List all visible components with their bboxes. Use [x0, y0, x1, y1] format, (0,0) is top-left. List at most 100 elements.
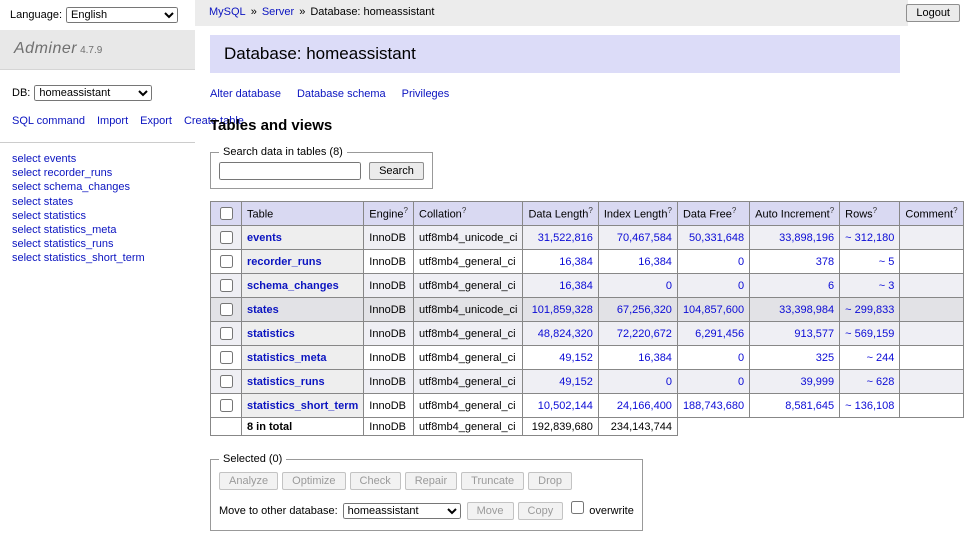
sidebar-table-link[interactable]: select recorder_runs: [12, 167, 183, 180]
rows-cell: ~ 3: [840, 274, 900, 298]
data-length-link[interactable]: 31,522,816: [538, 232, 593, 244]
data-free-link[interactable]: 0: [738, 376, 744, 388]
operation-button[interactable]: Repair: [405, 472, 457, 490]
data-length-link[interactable]: 49,152: [559, 352, 593, 364]
sidebar-table-link[interactable]: select events: [12, 153, 183, 166]
auto-increment-link[interactable]: 325: [816, 352, 834, 364]
data-free-link[interactable]: 0: [738, 256, 744, 268]
auto-increment-link[interactable]: 39,999: [801, 376, 835, 388]
table-name-link[interactable]: recorder_runs: [247, 256, 322, 268]
operation-button[interactable]: Optimize: [282, 472, 345, 490]
rows-link[interactable]: ~ 5: [879, 256, 895, 268]
column-help-icon[interactable]: ?: [830, 206, 834, 215]
rows-link[interactable]: ~ 3: [879, 280, 895, 292]
select-all-checkbox[interactable]: [220, 207, 233, 220]
index-length-link[interactable]: 67,256,320: [617, 304, 672, 316]
language-select[interactable]: English: [66, 7, 178, 23]
data-length-link[interactable]: 16,384: [559, 280, 593, 292]
breadcrumb-link-server[interactable]: Server: [262, 6, 294, 18]
database-nav-link[interactable]: Database schema: [297, 88, 386, 100]
data-length-link[interactable]: 16,384: [559, 256, 593, 268]
row-checkbox[interactable]: [220, 327, 233, 340]
column-help-icon[interactable]: ?: [588, 206, 592, 215]
rows-link[interactable]: ~ 312,180: [845, 232, 894, 244]
column-help-icon[interactable]: ?: [732, 206, 736, 215]
data-free-link[interactable]: 104,857,600: [683, 304, 744, 316]
rows-link[interactable]: ~ 299,833: [845, 304, 894, 316]
table-name-link[interactable]: events: [247, 232, 282, 244]
operation-button[interactable]: Drop: [528, 472, 572, 490]
sidebar-table-link[interactable]: select statistics_runs: [12, 238, 183, 251]
table-name-link[interactable]: statistics_runs: [247, 376, 325, 388]
data-free-link[interactable]: 6,291,456: [695, 328, 744, 340]
breadcrumb-link-mysql[interactable]: MySQL: [209, 6, 246, 18]
sidebar-table-link[interactable]: select statistics_meta: [12, 224, 183, 237]
table-name-link[interactable]: statistics_short_term: [247, 400, 358, 412]
operation-button[interactable]: Truncate: [461, 472, 524, 490]
row-checkbox[interactable]: [220, 303, 233, 316]
copy-button[interactable]: Copy: [518, 502, 564, 520]
data-length-link[interactable]: 49,152: [559, 376, 593, 388]
row-checkbox[interactable]: [220, 279, 233, 292]
overwrite-checkbox[interactable]: [571, 501, 584, 514]
auto-increment-link[interactable]: 33,898,196: [779, 232, 834, 244]
sidebar-action-link[interactable]: Export: [140, 115, 172, 127]
database-nav-link[interactable]: Privileges: [402, 88, 450, 100]
search-input[interactable]: [219, 162, 361, 180]
data-length-link[interactable]: 48,824,320: [538, 328, 593, 340]
table-name-link[interactable]: statistics_meta: [247, 352, 327, 364]
operation-button[interactable]: Analyze: [219, 472, 278, 490]
auto-increment-link[interactable]: 8,581,645: [785, 400, 834, 412]
table-name-link[interactable]: statistics: [247, 328, 295, 340]
row-checkbox[interactable]: [220, 255, 233, 268]
sidebar-table-link[interactable]: select states: [12, 196, 183, 209]
auto-increment-link[interactable]: 378: [816, 256, 834, 268]
rows-link[interactable]: ~ 569,159: [845, 328, 894, 340]
sidebar-table-link[interactable]: select statistics: [12, 210, 183, 223]
index-length-link[interactable]: 16,384: [638, 256, 672, 268]
data-length-link[interactable]: 10,502,144: [538, 400, 593, 412]
auto-increment-link[interactable]: 33,398,984: [779, 304, 834, 316]
move-button[interactable]: Move: [467, 502, 514, 520]
selected-legend: Selected (0): [219, 453, 286, 465]
logout-button[interactable]: Logout: [906, 4, 960, 22]
operation-button[interactable]: Check: [350, 472, 401, 490]
auto-increment-link[interactable]: 913,577: [794, 328, 834, 340]
index-length-link[interactable]: 72,220,672: [617, 328, 672, 340]
database-nav-link[interactable]: Alter database: [210, 88, 281, 100]
data-free-link[interactable]: 0: [738, 280, 744, 292]
table-name-link[interactable]: states: [247, 304, 279, 316]
sidebar-action-link[interactable]: Import: [97, 115, 128, 127]
rows-link[interactable]: ~ 244: [867, 352, 895, 364]
column-help-icon[interactable]: ?: [667, 206, 671, 215]
db-select[interactable]: homeassistant: [34, 85, 152, 101]
rows-link[interactable]: ~ 136,108: [845, 400, 894, 412]
column-help-icon[interactable]: ?: [462, 206, 466, 215]
row-checkbox[interactable]: [220, 231, 233, 244]
sidebar-table-link[interactable]: select schema_changes: [12, 181, 183, 194]
index-length-link[interactable]: 16,384: [638, 352, 672, 364]
row-checkbox[interactable]: [220, 375, 233, 388]
data-free-link[interactable]: 188,743,680: [683, 400, 744, 412]
auto-increment-link[interactable]: 6: [828, 280, 834, 292]
move-db-select[interactable]: homeassistant: [343, 503, 461, 519]
index-length-link[interactable]: 0: [666, 376, 672, 388]
column-help-icon[interactable]: ?: [873, 206, 877, 215]
search-button[interactable]: Search: [369, 162, 424, 180]
rows-link[interactable]: ~ 628: [867, 376, 895, 388]
sidebar: Adminer4.7.9 DB:homeassistant SQL comman…: [0, 30, 195, 543]
index-length-link[interactable]: 24,166,400: [617, 400, 672, 412]
row-checkbox[interactable]: [220, 399, 233, 412]
data-free-link[interactable]: 50,331,648: [689, 232, 744, 244]
index-length-link[interactable]: 0: [666, 280, 672, 292]
column-help-icon[interactable]: ?: [404, 206, 408, 215]
sidebar-table-link[interactable]: select statistics_short_term: [12, 252, 183, 265]
table-name-link[interactable]: schema_changes: [247, 280, 339, 292]
index-length-link[interactable]: 70,467,584: [617, 232, 672, 244]
row-checkbox[interactable]: [220, 351, 233, 364]
column-help-icon[interactable]: ?: [953, 206, 957, 215]
collation-cell: utf8mb4_general_ci: [414, 394, 523, 418]
data-length-link[interactable]: 101,859,328: [532, 304, 593, 316]
data-free-link[interactable]: 0: [738, 352, 744, 364]
sidebar-action-link[interactable]: SQL command: [12, 115, 85, 127]
